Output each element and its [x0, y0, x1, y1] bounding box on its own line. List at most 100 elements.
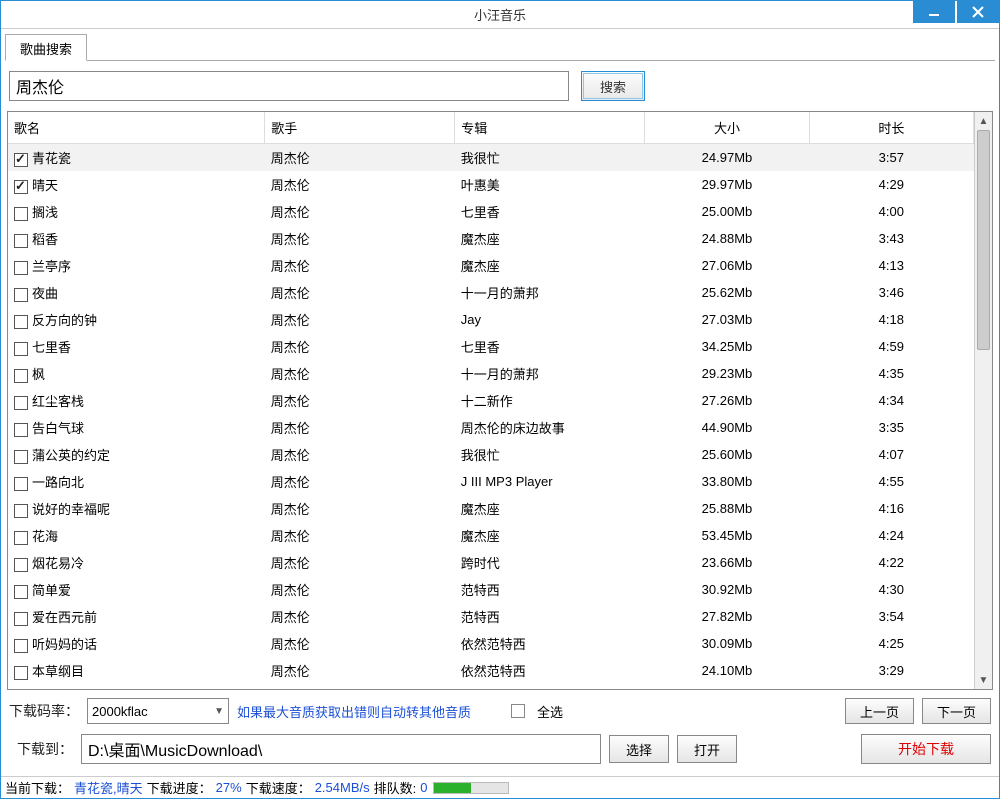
- row-checkbox[interactable]: [14, 315, 28, 329]
- cell-size: 25.62Mb: [645, 279, 809, 306]
- cell-artist: 周杰伦: [265, 576, 455, 603]
- download-row: 下载到： 选择 打开 开始下载: [5, 728, 995, 772]
- status-bar: 当前下载： 青花瓷,晴天 下载进度： 27% 下载速度： 2.54MB/s 排队…: [1, 776, 999, 798]
- search-input[interactable]: [9, 71, 569, 101]
- scroll-up-icon[interactable]: ▲: [975, 112, 992, 130]
- cell-name: 兰亭序: [32, 259, 71, 274]
- row-checkbox[interactable]: [14, 504, 28, 518]
- table-row[interactable]: 枫周杰伦十一月的萧邦29.23Mb4:35: [8, 360, 974, 387]
- bitrate-value: 2000kflac: [92, 704, 148, 719]
- row-checkbox[interactable]: [14, 369, 28, 383]
- table-row[interactable]: 烟花易冷周杰伦跨时代23.66Mb4:22: [8, 549, 974, 576]
- row-checkbox[interactable]: [14, 180, 28, 194]
- cell-name: 花海: [32, 529, 58, 544]
- row-checkbox[interactable]: [14, 153, 28, 167]
- table-row[interactable]: 红尘客栈周杰伦十二新作27.26Mb4:34: [8, 387, 974, 414]
- window-controls: [911, 1, 999, 23]
- row-checkbox[interactable]: [14, 585, 28, 599]
- minimize-button[interactable]: [913, 1, 955, 23]
- cell-size: 25.00Mb: [645, 198, 809, 225]
- table-row[interactable]: 简单爱周杰伦范特西30.92Mb4:30: [8, 576, 974, 603]
- row-checkbox[interactable]: [14, 288, 28, 302]
- cell-album: 周杰伦的床边故事: [455, 414, 645, 441]
- cell-album: 十一月的萧邦: [455, 279, 645, 306]
- select-all-checkbox[interactable]: [511, 704, 525, 718]
- close-button[interactable]: [957, 1, 999, 23]
- cell-artist: 周杰伦: [265, 306, 455, 333]
- table-row[interactable]: 花海周杰伦魔杰座53.45Mb4:24: [8, 522, 974, 549]
- next-page-button[interactable]: 下一页: [922, 698, 991, 724]
- cell-duration: 4:24: [809, 522, 973, 549]
- status-now-label: 当前下载：: [5, 778, 70, 797]
- row-checkbox[interactable]: [14, 531, 28, 545]
- col-header-artist[interactable]: 歌手: [265, 112, 455, 144]
- progress-fill: [434, 783, 471, 793]
- open-folder-button[interactable]: 打开: [677, 735, 737, 763]
- scroll-down-icon[interactable]: ▼: [975, 671, 992, 689]
- table-row[interactable]: 稻香周杰伦魔杰座24.88Mb3:43: [8, 225, 974, 252]
- cell-name: 反方向的钟: [32, 313, 97, 328]
- table-row[interactable]: 夜曲周杰伦十一月的萧邦25.62Mb3:46: [8, 279, 974, 306]
- table-row[interactable]: 一路向北周杰伦J III MP3 Player33.80Mb4:55: [8, 468, 974, 495]
- download-to-label: 下载到：: [17, 739, 73, 759]
- col-header-name[interactable]: 歌名: [8, 112, 265, 144]
- table-row[interactable]: 搁浅周杰伦七里香25.00Mb4:00: [8, 198, 974, 225]
- choose-folder-button[interactable]: 选择: [609, 735, 669, 763]
- row-checkbox[interactable]: [14, 612, 28, 626]
- cell-name: 说好的幸福呢: [32, 502, 110, 517]
- row-checkbox[interactable]: [14, 396, 28, 410]
- row-checkbox[interactable]: [14, 477, 28, 491]
- cell-name: 本草纲目: [32, 664, 84, 679]
- row-checkbox[interactable]: [14, 342, 28, 356]
- table-row[interactable]: 兰亭序周杰伦魔杰座27.06Mb4:13: [8, 252, 974, 279]
- cell-duration: 3:35: [809, 414, 973, 441]
- results-table-wrap: 歌名 歌手 专辑 大小 时长 青花瓷周杰伦我很忙24.97Mb3:57晴天周杰伦…: [7, 111, 993, 690]
- table-row[interactable]: 晴天周杰伦叶惠美29.97Mb4:29: [8, 171, 974, 198]
- minimize-icon: [928, 6, 940, 18]
- quality-hint: 如果最大音质获取出错则自动转其他音质: [237, 702, 471, 721]
- row-checkbox[interactable]: [14, 666, 28, 680]
- search-button[interactable]: 搜索: [581, 71, 645, 101]
- cell-size: 29.23Mb: [645, 360, 809, 387]
- row-checkbox[interactable]: [14, 558, 28, 572]
- table-row[interactable]: 听妈妈的话周杰伦依然范特西30.09Mb4:25: [8, 630, 974, 657]
- row-checkbox[interactable]: [14, 639, 28, 653]
- table-row[interactable]: 蒲公英的约定周杰伦我很忙25.60Mb4:07: [8, 441, 974, 468]
- cell-name: 一路向北: [32, 475, 84, 490]
- scroll-thumb[interactable]: [977, 130, 990, 350]
- cell-name: 枫: [32, 367, 45, 382]
- start-download-button[interactable]: 开始下载: [861, 734, 991, 764]
- download-path-input[interactable]: [81, 734, 601, 764]
- table-row[interactable]: 反方向的钟周杰伦Jay27.03Mb4:18: [8, 306, 974, 333]
- cell-name: 夜曲: [32, 286, 58, 301]
- cell-artist: 周杰伦: [265, 630, 455, 657]
- tab-song-search[interactable]: 歌曲搜索: [5, 34, 87, 61]
- bitrate-select[interactable]: 2000kflac ▼: [87, 698, 229, 724]
- prev-page-button[interactable]: 上一页: [845, 698, 914, 724]
- table-row[interactable]: 说好的幸福呢周杰伦魔杰座25.88Mb4:16: [8, 495, 974, 522]
- row-checkbox[interactable]: [14, 234, 28, 248]
- col-header-size[interactable]: 大小: [645, 112, 809, 144]
- row-checkbox[interactable]: [14, 450, 28, 464]
- status-now-value: 青花瓷,晴天: [74, 778, 143, 797]
- col-header-duration[interactable]: 时长: [809, 112, 973, 144]
- vertical-scrollbar[interactable]: ▲ ▼: [974, 112, 992, 689]
- table-row[interactable]: 爱在西元前周杰伦范特西27.82Mb3:54: [8, 603, 974, 630]
- table-row[interactable]: 告白气球周杰伦周杰伦的床边故事44.90Mb3:35: [8, 414, 974, 441]
- cell-size: 24.10Mb: [645, 657, 809, 684]
- cell-name: 烟花易冷: [32, 556, 84, 571]
- row-checkbox[interactable]: [14, 207, 28, 221]
- cell-name: 搁浅: [32, 205, 58, 220]
- table-row[interactable]: 青花瓷周杰伦我很忙24.97Mb3:57: [8, 144, 974, 172]
- cell-duration: 4:29: [809, 171, 973, 198]
- cell-name: 爱在西元前: [32, 610, 97, 625]
- cell-artist: 周杰伦: [265, 468, 455, 495]
- table-row[interactable]: 七里香周杰伦七里香34.25Mb4:59: [8, 333, 974, 360]
- table-row[interactable]: 本草纲目周杰伦依然范特西24.10Mb3:29: [8, 657, 974, 684]
- col-header-album[interactable]: 专辑: [455, 112, 645, 144]
- cell-duration: 4:34: [809, 387, 973, 414]
- row-checkbox[interactable]: [14, 261, 28, 275]
- cell-name: 简单爱: [32, 583, 71, 598]
- row-checkbox[interactable]: [14, 423, 28, 437]
- cell-album: 十二新作: [455, 387, 645, 414]
